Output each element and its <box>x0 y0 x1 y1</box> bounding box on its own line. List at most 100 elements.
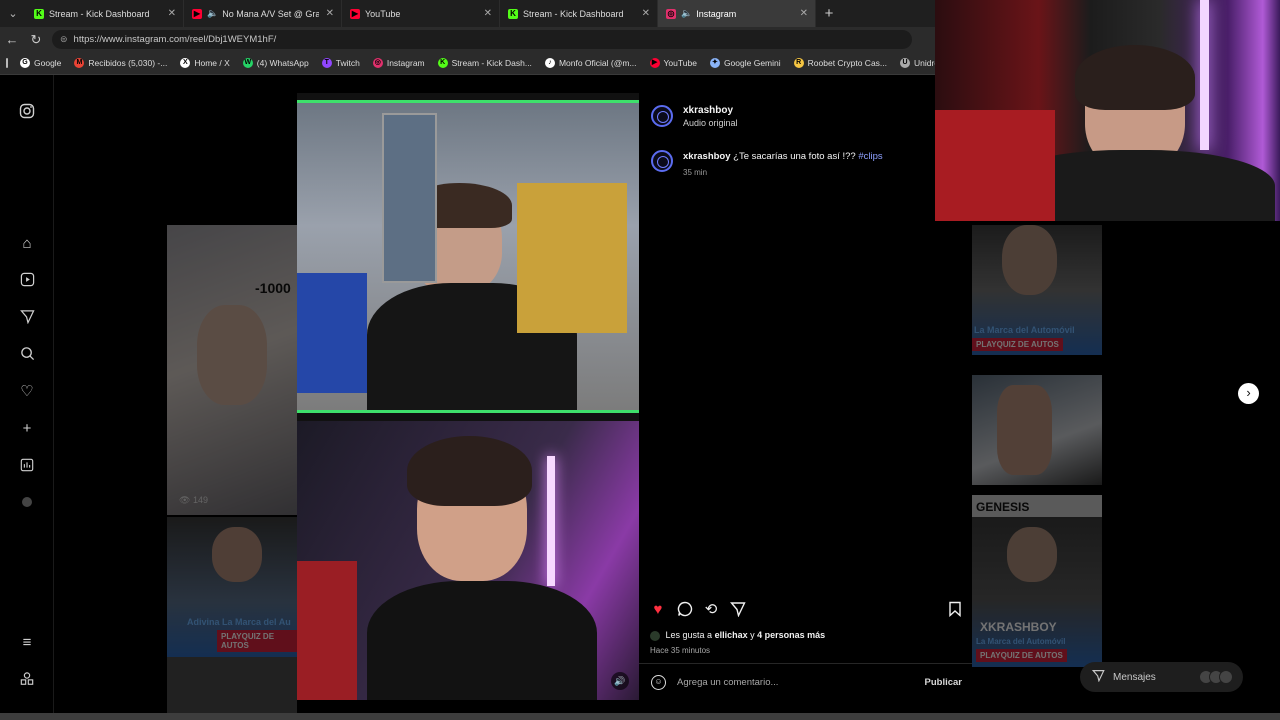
thumb-views: 👁 149 <box>179 495 208 505</box>
back-icon[interactable]: ← <box>0 32 24 47</box>
instagram-logo-icon[interactable] <box>18 103 36 121</box>
create-icon[interactable]: + <box>18 420 36 438</box>
browser-tab[interactable]: K Stream - Kick Dashboard ✕ <box>500 0 658 27</box>
likes-user[interactable]: ellichax <box>715 630 748 640</box>
bookmark-item[interactable]: R Roobet Crypto Cas... <box>793 58 887 68</box>
author-username[interactable]: xkrashboy <box>683 105 733 116</box>
tab-close-icon[interactable]: ✕ <box>484 8 492 19</box>
search-icon[interactable] <box>18 346 36 364</box>
reel-video[interactable]: 🔊 <box>297 93 639 700</box>
thumb-title: La Marca del Automóvil <box>974 325 1075 335</box>
tab-title: Stream - Kick Dashboard <box>49 8 150 19</box>
browser-tab[interactable]: ▶ 🔈 No Mana A/V Set @ Gravity 2 ✕ <box>184 0 342 27</box>
url-field[interactable]: ⊜ https://www.instagram.com/reel/Dbj1WEY… <box>52 30 912 49</box>
reels-icon[interactable] <box>18 272 36 290</box>
repost-icon[interactable]: ⟲ <box>702 601 720 619</box>
bookmark-favicon-icon: ✦ <box>709 58 720 68</box>
bookmark-item[interactable]: UUnidrop <box>900 58 935 68</box>
bookmark-item[interactable]: ✦ Google Gemini <box>709 58 781 68</box>
reload-icon[interactable]: ↻ <box>24 32 48 48</box>
notifications-heart-icon[interactable]: ♡ <box>18 383 36 401</box>
messages-plane-icon <box>1091 669 1105 685</box>
person-hair <box>407 436 532 506</box>
new-tab-button[interactable]: + <box>816 0 842 27</box>
tab-audio-icon[interactable]: 🔈 <box>681 8 692 19</box>
caption-avatar[interactable] <box>651 150 673 172</box>
previous-reel-thumbnail[interactable]: -1000 👁 149 <box>167 225 297 515</box>
background-red-chair <box>297 561 357 700</box>
next-reel-thumbnail-2[interactable] <box>972 375 1102 485</box>
site-info-icon[interactable]: ⊜ <box>60 34 68 45</box>
publish-button[interactable]: Publicar <box>925 677 963 688</box>
tab-favicon-icon: K <box>508 8 518 19</box>
share-icon[interactable] <box>729 601 747 619</box>
bookmarks-bar: G Google M Recibidos (5,030) -... X Home / X W… <box>0 52 935 75</box>
caption-time: 35 min <box>683 168 708 177</box>
next-reel-thumbnail-3[interactable]: XKRASHBOY La Marca del Automóvil PLAYQUI… <box>972 517 1102 667</box>
like-heart-icon[interactable]: ♥ <box>649 601 667 619</box>
thumb-face <box>212 527 262 582</box>
author-avatar[interactable] <box>651 105 673 127</box>
tab-favicon-icon: K <box>34 8 44 19</box>
bookmark-item[interactable]: ♪ Monfo Oficial (@m... <box>544 58 637 68</box>
video-bottom-camera <box>297 421 639 700</box>
previous-reel-thumbnail-2[interactable]: Adivina La Marca del Au PLAYQUIZ DE AUTO… <box>167 517 297 657</box>
instagram-sidebar: ⌂ ♡ + ≡ <box>0 75 54 720</box>
likes-summary[interactable]: Les gusta a ellichax y 4 personas más <box>650 630 825 641</box>
tab-search-icon[interactable]: ⌄ <box>0 0 26 27</box>
views-eye-icon: 👁 <box>179 495 191 505</box>
also-from-meta-icon[interactable] <box>18 672 36 690</box>
tab-audio-icon[interactable]: 🔈 <box>207 8 218 19</box>
thumb-face <box>1007 527 1057 582</box>
comment-icon[interactable] <box>676 601 694 619</box>
profile-avatar[interactable] <box>22 497 32 507</box>
tab-favicon-icon: ◎ <box>666 8 676 19</box>
emoji-icon[interactable]: ☺ <box>651 675 666 690</box>
save-bookmark-icon[interactable] <box>946 601 964 619</box>
bookmark-item[interactable]: G Google <box>20 58 61 68</box>
background-blue-fabric <box>297 273 367 393</box>
person-tanktop <box>367 581 597 700</box>
liker-avatar <box>650 630 660 641</box>
audio-toggle-icon[interactable]: 🔊 <box>611 672 629 690</box>
bookmark-item[interactable]: ◎ Instagram <box>372 58 425 68</box>
tab-title: YouTube <box>365 8 401 19</box>
caption-hashtag[interactable]: #clips <box>858 151 882 162</box>
comment-input[interactable]: Agrega un comentario... <box>677 677 778 688</box>
tab-preview-icon[interactable] <box>6 58 8 68</box>
audio-label[interactable]: Audio original <box>683 118 738 128</box>
likes-prefix: Les gusta a <box>665 630 713 640</box>
next-reel-thumbnail[interactable]: La Marca del Automóvil PLAYQUIZ DE AUTOS <box>972 225 1102 355</box>
thumb-brand-strip: GENESIS <box>972 495 1102 517</box>
tab-close-icon[interactable]: ✕ <box>800 8 808 19</box>
dashboard-icon[interactable] <box>18 458 36 476</box>
tab-favicon-icon: ▶ <box>350 8 360 19</box>
messages-button[interactable]: Mensajes <box>1080 662 1243 692</box>
direct-icon[interactable] <box>18 309 36 327</box>
bookmark-item[interactable]: W (4) WhatsApp <box>242 58 309 68</box>
bookmark-item[interactable]: M Recibidos (5,030) -... <box>74 58 167 68</box>
home-icon[interactable]: ⌂ <box>18 235 36 253</box>
streamer-hair <box>1075 45 1195 110</box>
thumb-badge: PLAYQUIZ DE AUTOS <box>217 630 297 652</box>
likes-others[interactable]: 4 personas más <box>757 630 825 640</box>
bookmark-label: Home / X <box>194 58 230 68</box>
thumb-title: La Marca del Automóvil <box>976 637 1066 646</box>
bookmark-item[interactable]: T Twitch <box>321 58 360 68</box>
bookmark-item[interactable]: K Stream - Kick Dash... <box>437 58 532 68</box>
browser-tab[interactable]: K Stream - Kick Dashboard ✕ <box>26 0 184 27</box>
next-reel-chevron-icon[interactable]: › <box>1238 383 1259 404</box>
bookmark-favicon-icon: U <box>900 58 911 68</box>
tab-close-icon[interactable]: ✕ <box>326 8 334 19</box>
tab-close-icon[interactable]: ✕ <box>168 8 176 19</box>
bookmark-item[interactable]: ▶ YouTube <box>649 58 697 68</box>
tab-favicon-icon: ▶ <box>192 8 202 19</box>
bookmark-item[interactable]: X Home / X <box>180 58 230 68</box>
more-menu-icon[interactable]: ≡ <box>18 634 36 652</box>
thumb-title: Adivina La Marca del Au <box>187 617 291 627</box>
bookmark-favicon-icon: ◎ <box>372 58 383 68</box>
browser-tab[interactable]: ▶ YouTube ✕ <box>342 0 500 27</box>
caption-username[interactable]: xkrashboy <box>683 151 731 162</box>
tab-close-icon[interactable]: ✕ <box>642 8 650 19</box>
browser-tab[interactable]: ◎ 🔈 Instagram ✕ <box>658 0 816 27</box>
